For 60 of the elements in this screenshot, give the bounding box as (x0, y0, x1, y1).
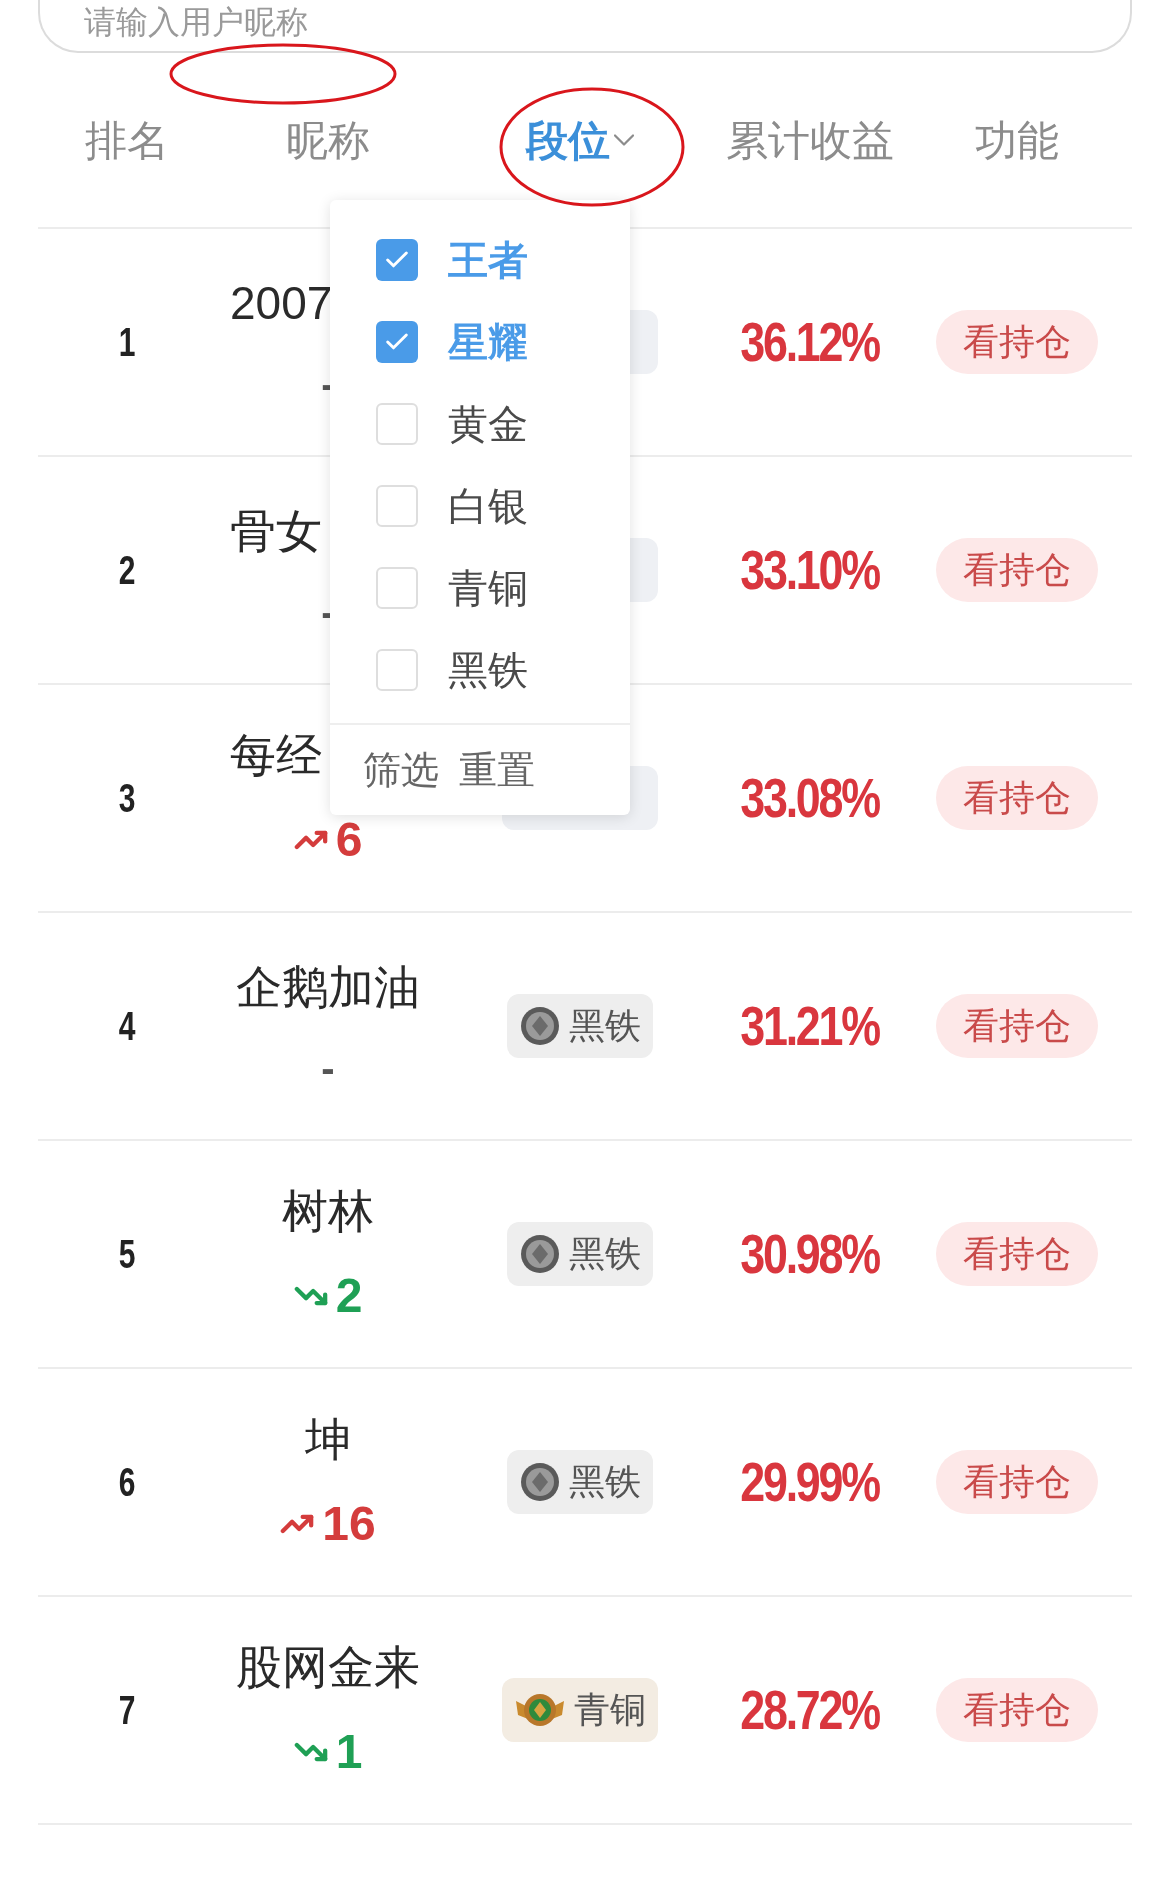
search-field[interactable]: 请输入用户昵称 (38, 0, 1132, 53)
tier-badge: 黑铁 (507, 994, 653, 1058)
checkbox[interactable] (376, 321, 418, 363)
view-holdings-button[interactable]: 看持仓 (935, 1450, 1098, 1514)
column-header: 功能 (974, 115, 1059, 166)
filter-option[interactable]: 青铜 (376, 566, 630, 610)
view-holdings-button[interactable]: 看持仓 (935, 1678, 1098, 1742)
user-nickname: 坤 (305, 1416, 351, 1462)
rank-number: 6 (118, 1459, 136, 1506)
rank-number: 2 (118, 547, 136, 594)
user-nickname: 2007 (230, 280, 333, 326)
checkbox[interactable] (376, 567, 418, 609)
column-header: 排名 (85, 115, 169, 166)
rank-change: 6 (335, 816, 363, 864)
view-holdings-button[interactable]: 看持仓 (935, 310, 1098, 374)
view-holdings-button[interactable]: 看持仓 (935, 538, 1098, 602)
tier-badge: 黑铁 (507, 1450, 653, 1514)
rank-number: 5 (118, 1231, 136, 1278)
user-nickname: 树林 (282, 1188, 374, 1234)
view-holdings-button[interactable]: 看持仓 (935, 1222, 1098, 1286)
chevron-down-icon (614, 134, 634, 146)
view-holdings-button[interactable]: 看持仓 (935, 766, 1098, 830)
checkbox[interactable] (376, 403, 418, 445)
rank-number: 3 (118, 775, 136, 822)
filter-option[interactable]: 黑铁 (376, 648, 630, 692)
cumulative-return: 30.98% (740, 1221, 880, 1287)
filter-option[interactable]: 星耀 (376, 320, 630, 364)
column-header: 昵称 (286, 115, 370, 166)
rank-number: 7 (118, 1687, 136, 1734)
cumulative-return: 31.21% (740, 993, 880, 1059)
rank-change: 2 (335, 1272, 363, 1320)
cumulative-return: 33.08% (740, 765, 880, 831)
filter-option[interactable]: 王者 (376, 238, 630, 282)
tier-badge: 青铜 (502, 1678, 658, 1742)
coin-icon (519, 1005, 561, 1047)
filter-action-button[interactable]: 重置 (459, 741, 535, 799)
cumulative-return: 33.10% (740, 537, 880, 603)
checkbox[interactable] (376, 649, 418, 691)
view-holdings-button[interactable]: 看持仓 (935, 994, 1098, 1058)
user-nickname: 企鹅加油 (236, 964, 420, 1010)
cumulative-return: 28.72% (740, 1677, 880, 1743)
rank-change: - (321, 1048, 335, 1088)
coin-icon (519, 1233, 561, 1275)
filter-action-button[interactable]: 筛选 (363, 741, 439, 799)
filter-option[interactable]: 黄金 (376, 402, 630, 446)
rank-change: 16 (322, 1500, 376, 1548)
user-nickname: 骨女 (230, 508, 322, 554)
rank-number: 4 (118, 1003, 136, 1050)
checkbox[interactable] (376, 485, 418, 527)
cumulative-return: 36.12% (740, 309, 880, 375)
checkbox[interactable] (376, 239, 418, 281)
rank-change: 1 (335, 1728, 363, 1776)
filter-option[interactable]: 白银 (376, 484, 630, 528)
rank-number: 1 (118, 319, 136, 366)
coin-icon (519, 1461, 561, 1503)
column-header: 累计收益 (726, 115, 894, 166)
tier-badge: 黑铁 (507, 1222, 653, 1286)
user-nickname: 股网金来 (236, 1644, 420, 1690)
cumulative-return: 29.99% (740, 1449, 880, 1515)
user-nickname: 每经 (230, 732, 322, 778)
